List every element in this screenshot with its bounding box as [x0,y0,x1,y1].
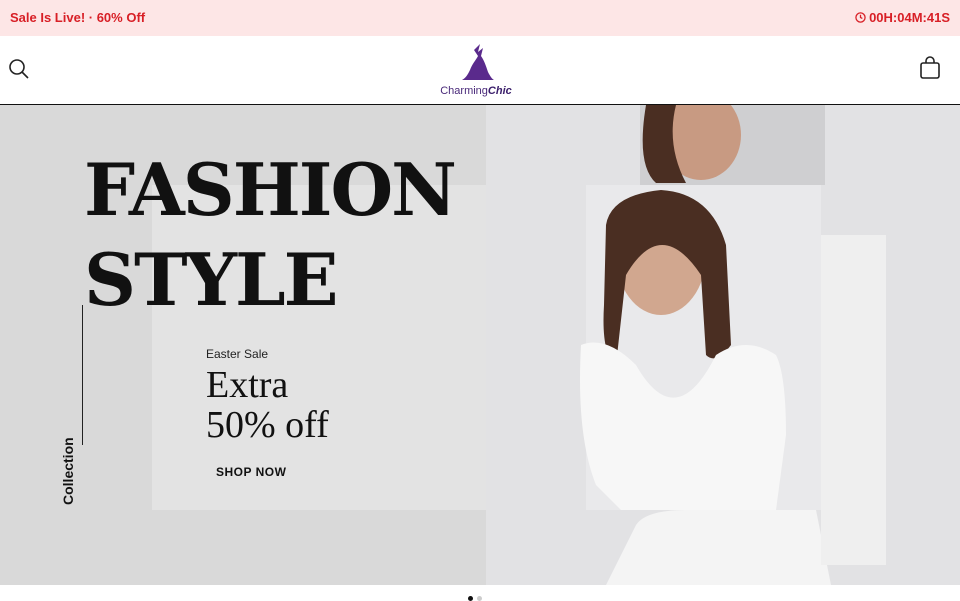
sale-text: Sale Is Live! · 60% Off [10,10,146,25]
cart-button[interactable] [918,56,942,80]
hero-banner[interactable]: FASHION STYLE Collection Easter Sale Ext… [0,105,960,585]
search-button[interactable] [8,58,30,80]
collection-label: Collection [60,437,76,505]
slider-dots [468,596,482,601]
countdown-timer: 00H:04M:41S [855,10,950,25]
announcement-bar: Sale Is Live! · 60% Off 00H:04M:41S [0,0,960,36]
shopping-bag-icon [920,56,940,79]
brand-logo[interactable]: CharmingChic [438,42,514,98]
logo-wordmark: CharmingChic [440,85,512,97]
hero-title: FASHION STYLE [84,147,457,322]
slide-dot-1[interactable] [468,596,473,601]
dancer-logo-icon [462,44,494,80]
divider-line [82,305,83,445]
clock-icon [855,12,866,23]
promo-label: Easter Sale [206,347,269,361]
promo-headline: Extra 50% off [206,364,329,446]
model-photo [486,105,960,585]
slide-dot-2[interactable] [477,596,482,601]
timer-value: 00H:04M:41S [869,10,950,25]
search-icon [9,59,29,79]
site-header: CharmingChic [0,36,960,105]
shop-now-button[interactable]: SHOP NOW [206,461,296,483]
